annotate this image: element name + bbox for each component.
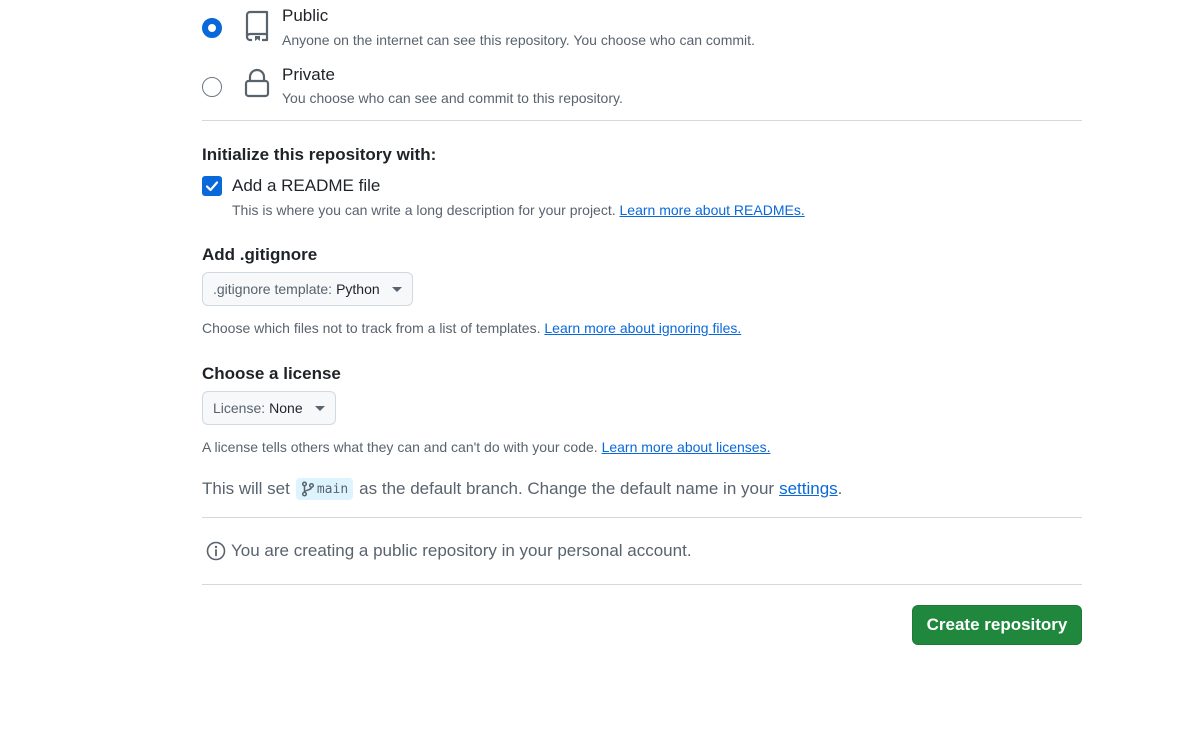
public-title[interactable]: Public bbox=[282, 6, 328, 26]
info-message: You are creating a public repository in … bbox=[231, 541, 692, 560]
readme-help: This is where you can write a long descr… bbox=[232, 202, 805, 218]
private-description: You choose who can see and commit to thi… bbox=[282, 90, 623, 106]
license-learn-more-link[interactable]: Learn more about licenses. bbox=[602, 439, 771, 455]
default-branch-note: This will set main as the default branch… bbox=[202, 478, 842, 500]
caret-down-icon bbox=[314, 405, 325, 411]
git-branch-icon bbox=[301, 481, 314, 497]
gitignore-heading: Add .gitignore bbox=[202, 245, 318, 264]
branch-name: main bbox=[316, 481, 349, 497]
divider bbox=[202, 584, 1082, 585]
initialize-heading: Initialize this repository with: bbox=[202, 145, 437, 164]
divider bbox=[202, 120, 1082, 121]
readme-learn-more-link[interactable]: Learn more about READMEs. bbox=[620, 202, 805, 218]
readme-checkbox[interactable] bbox=[202, 176, 222, 196]
divider bbox=[202, 517, 1082, 518]
info-note: You are creating a public repository in … bbox=[206, 541, 692, 561]
checkmark-icon bbox=[205, 181, 219, 192]
license-select[interactable]: License: None bbox=[202, 391, 336, 425]
gitignore-select-label: .gitignore template: bbox=[213, 281, 333, 297]
create-repository-button[interactable]: Create repository bbox=[912, 605, 1082, 645]
license-heading: Choose a license bbox=[202, 364, 341, 383]
settings-link[interactable]: settings bbox=[779, 479, 838, 499]
license-help: A license tells others what they can and… bbox=[202, 439, 770, 455]
gitignore-learn-more-link[interactable]: Learn more about ignoring files. bbox=[544, 320, 741, 336]
public-description: Anyone on the internet can see this repo… bbox=[282, 32, 755, 48]
private-radio[interactable] bbox=[202, 77, 222, 97]
private-title[interactable]: Private bbox=[282, 65, 335, 85]
gitignore-select-value: Python bbox=[336, 281, 380, 297]
readme-label[interactable]: Add a README file bbox=[232, 176, 380, 196]
info-icon bbox=[206, 541, 226, 561]
lock-icon bbox=[243, 68, 271, 100]
gitignore-select[interactable]: .gitignore template: Python bbox=[202, 272, 413, 306]
create-repo-form: Public Anyone on the internet can see th… bbox=[0, 0, 1187, 743]
license-select-value: None bbox=[269, 400, 303, 416]
caret-down-icon bbox=[391, 286, 402, 292]
repo-icon bbox=[243, 10, 271, 42]
license-select-label: License: bbox=[213, 400, 266, 416]
readme-help-text: This is where you can write a long descr… bbox=[232, 202, 616, 218]
public-radio[interactable] bbox=[202, 18, 222, 38]
gitignore-help: Choose which files not to track from a l… bbox=[202, 320, 741, 336]
branch-prefix: This will set bbox=[202, 479, 290, 498]
branch-chip: main bbox=[295, 478, 354, 500]
branch-end: . bbox=[837, 479, 843, 498]
license-help-text: A license tells others what they can and… bbox=[202, 439, 598, 455]
branch-suffix: as the default branch. Change the defaul… bbox=[359, 479, 775, 498]
gitignore-help-text: Choose which files not to track from a l… bbox=[202, 320, 541, 336]
